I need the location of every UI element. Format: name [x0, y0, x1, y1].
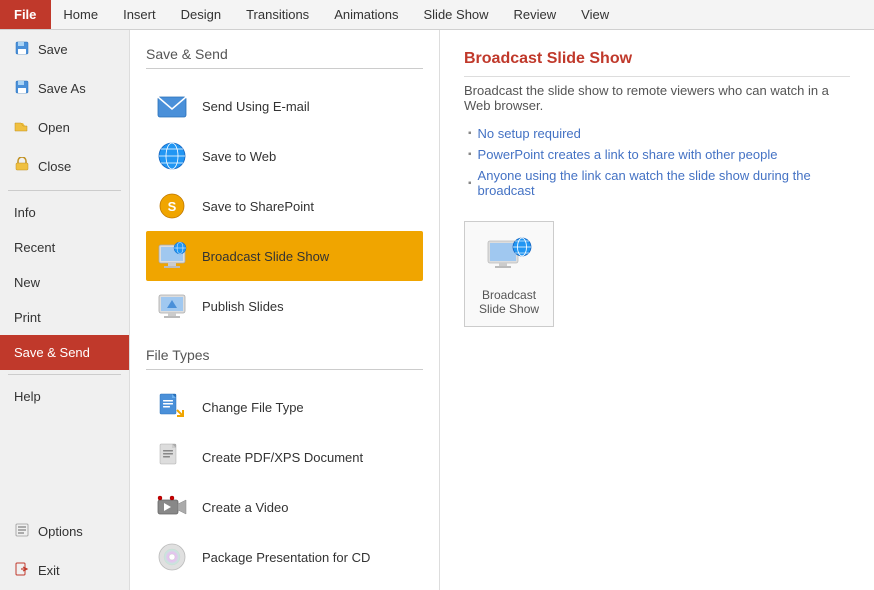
middle-content: Save & Send Send Using E-mail — [130, 30, 440, 590]
sidebar-item-open-label: Open — [38, 120, 70, 135]
bullet-2: PowerPoint creates a link to share with … — [468, 144, 850, 165]
close-icon — [14, 157, 30, 176]
menu-item-email[interactable]: Send Using E-mail — [146, 81, 423, 131]
svg-text:S: S — [168, 199, 177, 214]
sidebar-item-save[interactable]: Save — [0, 30, 129, 69]
broadcast-button-icon — [485, 232, 533, 280]
cd-icon — [154, 539, 190, 575]
menu-item-video[interactable]: Create a Video — [146, 482, 423, 532]
sidebar-item-savesend-label: Save & Send — [14, 345, 90, 360]
tab-view[interactable]: View — [569, 0, 622, 29]
web-icon — [154, 138, 190, 174]
options-icon — [14, 522, 30, 541]
sidebar-item-options-label: Options — [38, 524, 83, 539]
menu-item-savetoweb-label: Save to Web — [202, 149, 276, 164]
panel-description: Broadcast the slide show to remote viewe… — [464, 83, 850, 113]
tab-insert[interactable]: Insert — [111, 0, 169, 29]
sidebar-item-open[interactable]: Open — [0, 108, 129, 147]
saveas-icon — [14, 79, 30, 98]
menu-item-broadcast-label: Broadcast Slide Show — [202, 249, 329, 264]
menu-item-changetype[interactable]: Change File Type — [146, 382, 423, 432]
changetype-icon — [154, 389, 190, 425]
sidebar-item-exit-label: Exit — [38, 563, 60, 578]
sidebar-item-recent-label: Recent — [14, 240, 55, 255]
open-icon — [14, 118, 30, 137]
sidebar-item-new-label: New — [14, 275, 40, 290]
sidebar-item-help[interactable]: Help — [0, 379, 129, 414]
sidebar-item-options[interactable]: Options — [0, 512, 129, 551]
broadcast-button-label: Broadcast Slide Show — [479, 288, 539, 316]
menu-item-pdfxps[interactable]: Create PDF/XPS Document — [146, 432, 423, 482]
tab-review[interactable]: Review — [502, 0, 570, 29]
exit-icon — [14, 561, 30, 580]
section-filetypes-title: File Types — [146, 347, 423, 370]
sidebar-item-info[interactable]: Info — [0, 195, 129, 230]
panel-title: Broadcast Slide Show — [464, 50, 850, 77]
menu-item-handouts[interactable]: Create Handouts — [146, 582, 423, 590]
sidebar: Save Save As Open Close Info — [0, 30, 130, 590]
sidebar-item-savesend[interactable]: Save & Send — [0, 335, 129, 370]
video-icon — [154, 489, 190, 525]
tab-design[interactable]: Design — [169, 0, 234, 29]
sidebar-item-print-label: Print — [14, 310, 41, 325]
broadcast-button[interactable]: Broadcast Slide Show — [464, 221, 554, 327]
menu-item-email-label: Send Using E-mail — [202, 99, 310, 114]
sidebar-item-save-label: Save — [38, 42, 68, 57]
sharepoint-icon: S — [154, 188, 190, 224]
ribbon: File Home Insert Design Transitions Anim… — [0, 0, 874, 30]
bullet-1: No setup required — [468, 123, 850, 144]
sidebar-item-saveas[interactable]: Save As — [0, 69, 129, 108]
save-icon — [14, 40, 30, 59]
menu-item-sharepoint-label: Save to SharePoint — [202, 199, 314, 214]
menu-item-packagecd[interactable]: Package Presentation for CD — [146, 532, 423, 582]
menu-item-video-label: Create a Video — [202, 500, 289, 515]
publish-icon — [154, 288, 190, 324]
main-container: Save Save As Open Close Info — [0, 30, 874, 590]
menu-item-pdfxps-label: Create PDF/XPS Document — [202, 450, 363, 465]
sidebar-item-recent[interactable]: Recent — [0, 230, 129, 265]
broadcast-menu-icon — [154, 238, 190, 274]
sidebar-item-close[interactable]: Close — [0, 147, 129, 186]
section-savesend-title: Save & Send — [146, 46, 423, 69]
tab-animations[interactable]: Animations — [322, 0, 411, 29]
menu-item-changetype-label: Change File Type — [202, 400, 304, 415]
menu-item-savetoweb[interactable]: Save to Web — [146, 131, 423, 181]
sidebar-item-help-label: Help — [14, 389, 41, 404]
sidebar-item-exit[interactable]: Exit — [0, 551, 129, 590]
sidebar-item-close-label: Close — [38, 159, 71, 174]
email-icon — [154, 88, 190, 124]
sidebar-item-print[interactable]: Print — [0, 300, 129, 335]
right-panel: Broadcast Slide Show Broadcast the slide… — [440, 30, 874, 590]
tab-home[interactable]: Home — [51, 0, 111, 29]
sidebar-item-info-label: Info — [14, 205, 36, 220]
tab-slideshow[interactable]: Slide Show — [412, 0, 502, 29]
bullet-3: Anyone using the link can watch the slid… — [468, 165, 850, 201]
menu-item-packagecd-label: Package Presentation for CD — [202, 550, 370, 565]
menu-item-broadcast[interactable]: Broadcast Slide Show — [146, 231, 423, 281]
pdfxps-icon — [154, 439, 190, 475]
menu-item-publish[interactable]: Publish Slides — [146, 281, 423, 331]
tab-transitions[interactable]: Transitions — [234, 0, 322, 29]
sidebar-item-saveas-label: Save As — [38, 81, 86, 96]
tab-file[interactable]: File — [0, 0, 51, 29]
bullet-list: No setup required PowerPoint creates a l… — [468, 123, 850, 201]
sidebar-item-new[interactable]: New — [0, 265, 129, 300]
menu-item-sharepoint[interactable]: S Save to SharePoint — [146, 181, 423, 231]
menu-item-publish-label: Publish Slides — [202, 299, 284, 314]
